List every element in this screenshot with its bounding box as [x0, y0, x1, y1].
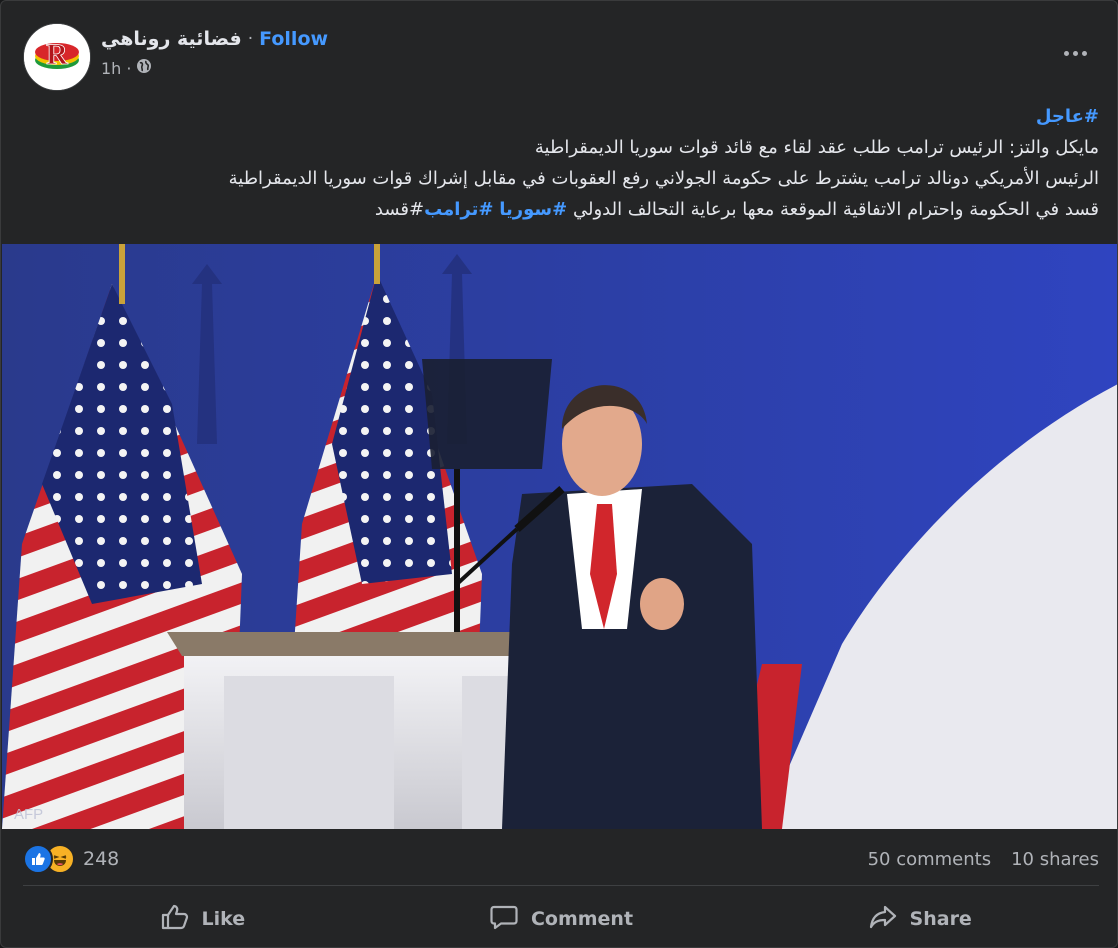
post-header: فضائية روناهي · Follow [101, 25, 328, 53]
roj-logo-icon: R [24, 24, 90, 90]
comment-button[interactable]: Comment [382, 894, 741, 944]
meta-separator: · [126, 58, 132, 78]
like-label: Like [201, 908, 246, 930]
like-button[interactable]: Like [23, 894, 382, 944]
page-name-link[interactable]: فضائية روناهي [101, 28, 242, 50]
post-text-line-3: قسد في الحكومة واحترام الاتفاقية الموقعة… [572, 199, 1099, 220]
hashtag-urgent[interactable]: #عاجل [1036, 106, 1099, 127]
post-actions: Like Comment Share [23, 894, 1099, 944]
reaction-count: 248 [83, 848, 120, 870]
post-meta: 1h · [101, 56, 152, 80]
shares-count-link[interactable]: 10 shares [1011, 849, 1099, 870]
more-options-icon[interactable] [1055, 35, 1095, 71]
divider [23, 885, 1099, 886]
share-arrow-icon [868, 903, 898, 936]
like-icon [23, 844, 53, 874]
separator-dot: · [247, 29, 254, 49]
engagement-counts: 50 comments 10 shares [868, 844, 1099, 874]
hashtag-syria[interactable]: #سوريا [499, 199, 567, 220]
post-text: #عاجل مايكل والتز: الرئيس ترامب طلب عقد … [19, 101, 1099, 225]
comment-label: Comment [530, 908, 634, 930]
post-photo[interactable]: AFP [2, 244, 1117, 829]
thumbs-up-icon [160, 903, 190, 936]
post-text-line-1: مايكل والتز: الرئيس ترامب طلب عقد لقاء م… [534, 137, 1099, 158]
comments-count-link[interactable]: 50 comments [868, 849, 992, 870]
hashtag-trump[interactable]: #ترامب [424, 199, 493, 220]
share-label: Share [909, 908, 972, 930]
svg-text:R: R [46, 38, 68, 71]
follow-button[interactable]: Follow [259, 28, 328, 50]
reactions-summary[interactable]: 248 [23, 844, 119, 874]
news-photo: AFP [2, 244, 1117, 829]
hashtag-qasad[interactable]: #قسد [375, 199, 424, 220]
comment-bubble-icon [489, 903, 519, 936]
post-card: R فضائية روناهي · Follow 1h · #عاجل مايك… [0, 0, 1118, 948]
page-avatar[interactable]: R [23, 23, 91, 91]
photo-watermark: AFP [14, 806, 43, 823]
share-button[interactable]: Share [740, 894, 1099, 944]
post-time[interactable]: 1h [101, 59, 121, 78]
post-text-line-2: الرئيس الأمريكي دونالد ترامب يشترط على ح… [228, 168, 1099, 189]
globe-icon[interactable] [136, 58, 152, 78]
